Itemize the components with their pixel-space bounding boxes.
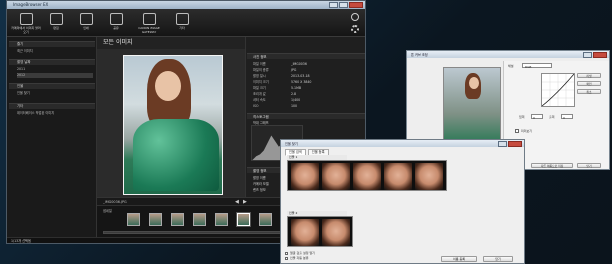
histogram-title: 히스토그램 (247, 113, 365, 119)
thumbnail-item[interactable] (171, 213, 184, 226)
maximize-button[interactable] (339, 2, 348, 8)
app-title: ImageBrowser EX (13, 2, 49, 7)
curves-close-dialog-button[interactable]: 닫기 (577, 163, 601, 168)
toolbar-edit-button[interactable]: 편집 (41, 10, 71, 36)
toolbar-gateway-button[interactable]: CANON iMAGE GATEWAY (131, 10, 167, 36)
faces-titlebar[interactable]: 인물 찾기 (281, 140, 524, 147)
face-search-dialog: 인물 찾기 인물 검색 인물 등록 인물 1 인물 2 얼굴 검출 설정 열기 … (280, 139, 525, 264)
edit-icon (49, 13, 63, 25)
curves-minimize-button[interactable] (583, 52, 592, 58)
info-panel-title: 사진 정보 (247, 53, 365, 59)
input-field[interactable]: 0 (531, 114, 543, 120)
curves-titlebar[interactable]: 톤 커브 조정 (407, 51, 609, 58)
status-text: 1/13개 선택됨 (11, 239, 31, 243)
sidebar-item-find-people[interactable]: 인물 찾기 (17, 91, 93, 96)
share-icon (109, 13, 123, 25)
faces-minimize-button[interactable] (498, 141, 507, 147)
curves-preview-face (469, 77, 479, 89)
thumbnail-scrollbar[interactable] (103, 231, 283, 234)
camera-icon (19, 13, 33, 25)
face-thumb[interactable] (291, 219, 319, 246)
gateway-icon (142, 13, 156, 25)
preview-checkbox-label: 미리보기 (521, 129, 533, 133)
face-thumb[interactable] (291, 163, 319, 190)
faces-title: 인물 찾기 (285, 142, 298, 146)
sidebar-item-database[interactable]: 데이터베이스 작업된 이미지 (17, 111, 93, 116)
current-filename: _IMG0036.JPG (103, 200, 127, 204)
save-as-button[interactable]: 다른 이름으로 저장 (531, 163, 573, 168)
close-button[interactable] (349, 2, 363, 8)
output-field[interactable]: 0 (561, 114, 573, 120)
window-controls (329, 2, 363, 8)
thumbnail-item[interactable] (149, 213, 162, 226)
toolbar-print-button[interactable]: 인쇄 (71, 10, 101, 36)
help-icon[interactable] (351, 13, 359, 21)
minimize-button[interactable] (329, 2, 338, 8)
info-row: ISO 100 (253, 104, 298, 108)
main-titlebar[interactable]: ImageBrowser EX (7, 1, 365, 9)
faces-close-dialog-button[interactable]: 닫기 (483, 256, 513, 262)
sidebar-section-people[interactable]: 인물 (9, 83, 95, 89)
output-label: 출력 (549, 115, 555, 119)
gear-icon[interactable] (351, 25, 359, 33)
sidebar-section-favorites[interactable]: 즐기 (9, 41, 95, 47)
thumbnail-item[interactable] (215, 213, 228, 226)
thumbnail-label: 썸네일 (103, 209, 112, 213)
sidebar-section-other[interactable]: 기타 (9, 103, 95, 109)
curves-window-controls (583, 52, 607, 58)
thumbnail-item[interactable] (193, 213, 206, 226)
faces-close-button[interactable] (508, 141, 522, 147)
curves-close-button[interactable] (593, 52, 607, 58)
face-detect-checkbox[interactable] (285, 252, 288, 255)
toolbar-more-button[interactable]: 기타 (167, 10, 197, 36)
tone-curve-graph[interactable] (541, 73, 575, 107)
auto-classify-label: 인물 자동 분류 (290, 256, 309, 260)
register-name-button[interactable]: 이름 등록 (441, 256, 477, 262)
face-thumb[interactable] (322, 219, 350, 246)
toolbar-import-button[interactable]: 카메라에서 이미지 불러오기 (11, 10, 41, 36)
face-thumb[interactable] (322, 163, 350, 190)
photo-subject-face (155, 71, 181, 101)
main-toolbar: 카메라에서 이미지 불러오기 편집 인쇄 공유 CANON iMAGE GATE… (7, 9, 365, 37)
curves-cancel-button[interactable]: 취소 (577, 89, 601, 94)
face-thumb[interactable] (384, 163, 412, 190)
face-detect-label: 얼굴 검출 설정 열기 (290, 251, 315, 255)
curves-reset-button[interactable]: 리셋 (577, 73, 601, 78)
print-icon (79, 13, 93, 25)
photo-subject-dress (133, 119, 219, 191)
auto-classify-checkbox[interactable] (285, 257, 288, 260)
face-group-1 (287, 160, 447, 191)
input-label: 입력 (519, 115, 525, 119)
content-title: 모든 이미지 (97, 37, 245, 49)
channel-label: 채널 (508, 64, 514, 68)
sidebar-item-recent[interactable]: 최근 이미지 (17, 49, 93, 54)
sidebar-section-date[interactable]: 촬영 날짜 (9, 59, 95, 65)
curves-title: 톤 커브 조정 (411, 53, 428, 57)
faces-window-controls (498, 141, 522, 147)
channel-select[interactable]: RGB (522, 63, 552, 69)
thumbnail-item[interactable] (259, 213, 272, 226)
toolbar-share-button[interactable]: 공유 (101, 10, 131, 36)
face-thumb[interactable] (415, 163, 443, 190)
preview-checkbox[interactable] (515, 129, 519, 133)
thumbnail-item-selected[interactable] (237, 213, 250, 226)
more-icon (175, 13, 189, 25)
sidebar-item-year-2011[interactable]: 2011 (17, 67, 93, 72)
face-group-2 (287, 216, 353, 247)
sidebar-item-year-2012[interactable]: 2012 (17, 73, 93, 78)
thumbnail-item[interactable] (127, 213, 140, 226)
curves-ok-button[interactable]: 확인 (577, 81, 601, 86)
face-thumb[interactable] (353, 163, 381, 190)
